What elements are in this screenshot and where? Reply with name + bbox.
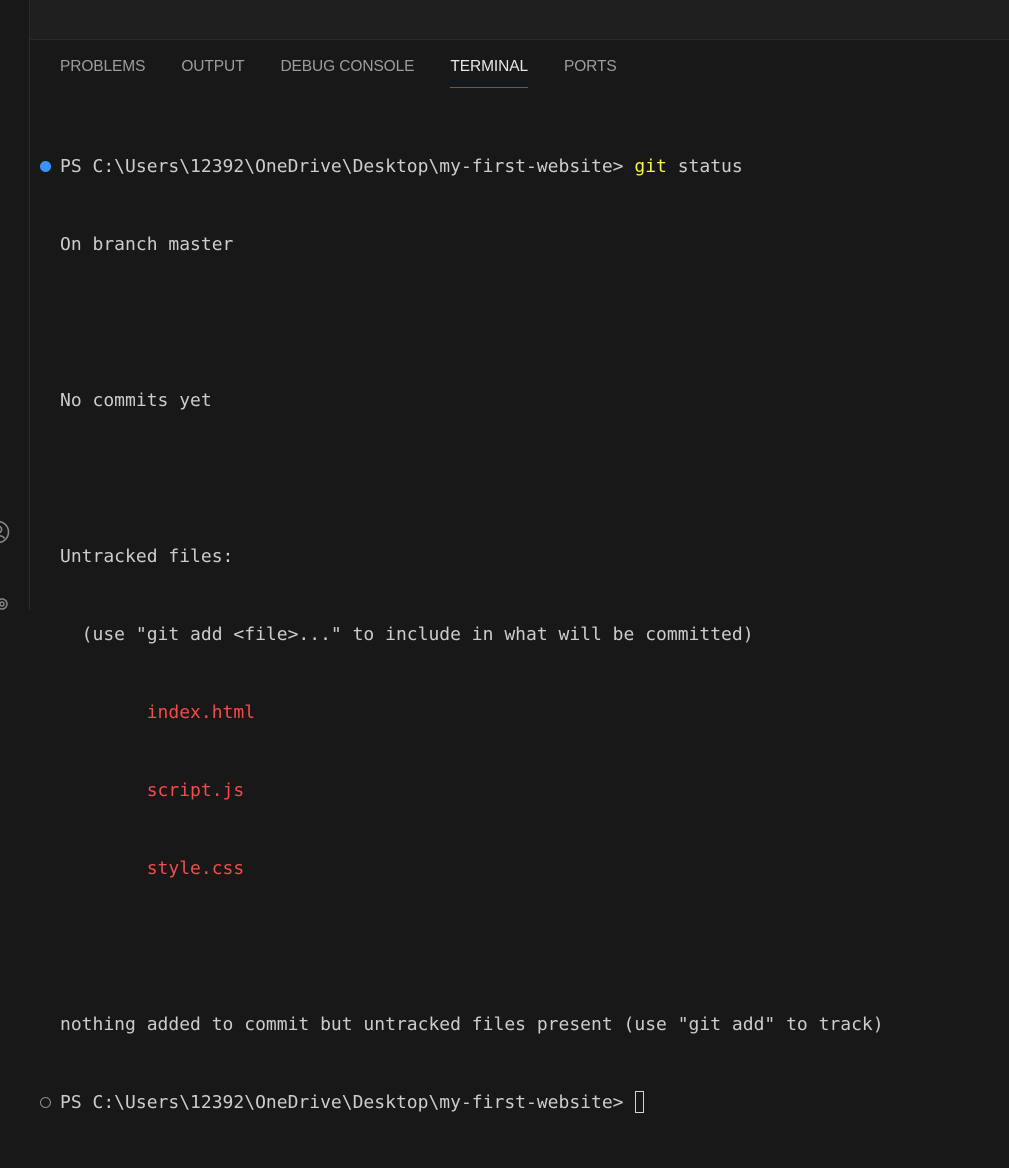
terminal-line: nothing added to commit but untracked fi… [60,1014,884,1035]
terminal-prompt: PS C:\Users\12392\OneDrive\Desktop\my-fi… [60,156,635,177]
tab-problems[interactable]: PROBLEMS [60,58,145,86]
untracked-file: script.js [146,780,245,801]
tab-debug-console[interactable]: DEBUG CONSOLE [280,58,414,86]
terminal-output[interactable]: PS C:\Users\12392\OneDrive\Desktop\my-fi… [40,102,1009,1168]
command-name: git [634,156,667,177]
editor-area [30,0,1009,40]
terminal-cursor[interactable] [635,1091,645,1113]
terminal-panel: PROBLEMS OUTPUT DEBUG CONSOLE TERMINAL P… [30,40,1009,1113]
untracked-file: index.html [146,702,256,723]
terminal-line: (use "git add <file>..." to include in w… [60,624,754,645]
untracked-file-line: style.css [60,856,1009,882]
panel-tabs: PROBLEMS OUTPUT DEBUG CONSOLE TERMINAL P… [60,58,653,88]
tab-output[interactable]: OUTPUT [181,58,244,86]
account-icon[interactable] [0,520,10,544]
terminal-line: No commits yet [60,390,212,411]
command-args: status [666,156,743,177]
circle-filled-icon[interactable] [40,161,51,172]
activity-bar [0,0,30,610]
terminal-prompt-line: PS C:\Users\12392\OneDrive\Desktop\my-fi… [40,1090,1009,1116]
tab-terminal[interactable]: TERMINAL [450,58,528,88]
terminal-line: Untracked files: [60,546,234,567]
untracked-file: style.css [146,858,245,879]
untracked-file-line: script.js [60,778,1009,804]
circle-outline-icon[interactable] [40,1097,51,1108]
terminal-line: On branch master [60,234,234,255]
tab-ports[interactable]: PORTS [564,58,617,86]
terminal-command-line: PS C:\Users\12392\OneDrive\Desktop\my-fi… [40,154,1009,180]
untracked-file-line: index.html [60,700,1009,726]
terminal-prompt: PS C:\Users\12392\OneDrive\Desktop\my-fi… [60,1092,635,1113]
